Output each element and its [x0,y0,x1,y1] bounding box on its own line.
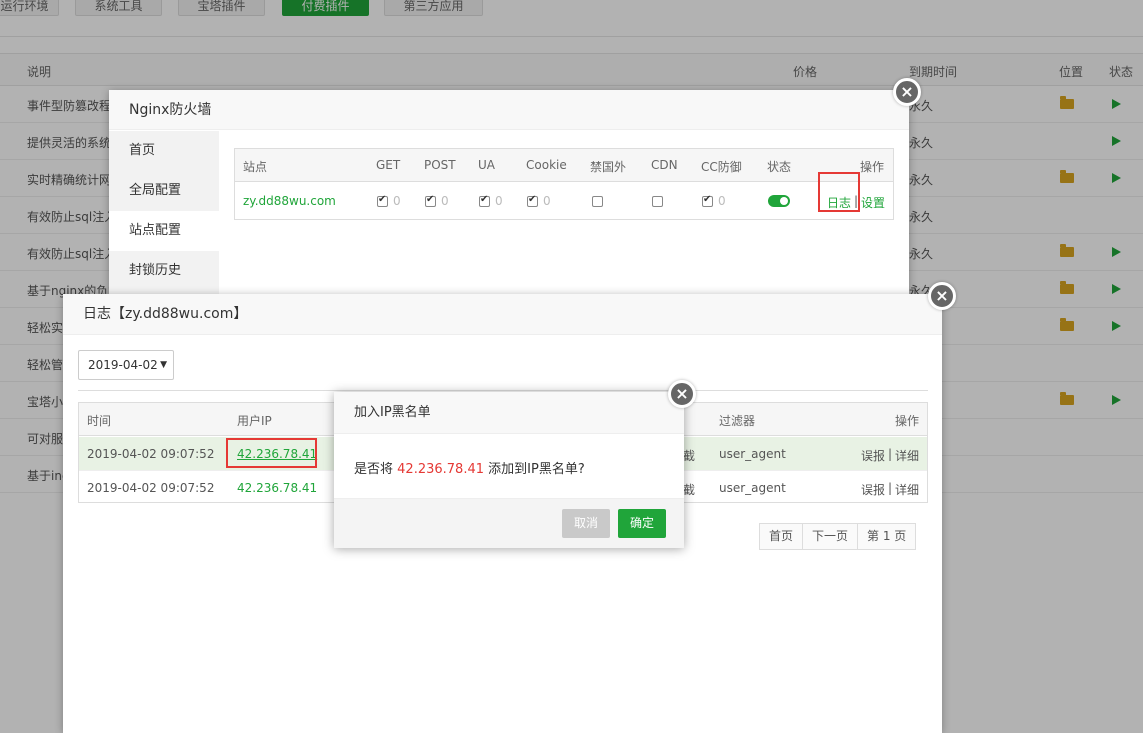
menu-item-home[interactable]: 首页 [109,131,219,171]
page-current: 第 1 页 [858,524,916,549]
log-filter: user_agent [719,447,786,461]
cookie-count: 0 [543,194,551,208]
block-type: 截 [683,483,696,497]
foreign-block-checkbox[interactable] [592,196,603,207]
post-checkbox[interactable] [425,194,436,207]
message-ip: 42.236.78.41 [397,462,484,477]
ua-checkbox[interactable] [479,194,490,207]
ip-link[interactable]: 42.236.78.41 [237,481,317,495]
ua-count: 0 [495,194,503,208]
detail-link[interactable]: 详细 [895,481,919,498]
page-first-button[interactable]: 首页 [760,524,804,549]
menu-item-block-history[interactable]: 封锁历史 [109,251,219,291]
col-action: 操作 [860,160,885,174]
page-next-button[interactable]: 下一页 [803,524,859,549]
col-ip: 用户IP [237,414,272,428]
link-divider: | [888,481,893,495]
link-divider: | [888,447,893,461]
col-action: 操作 [895,414,920,428]
firewall-side-menu: 首页 全局配置 站点配置 封锁历史 [109,131,219,295]
highlight-box [818,172,860,212]
chevron-down-icon: ▼ [160,360,167,370]
settings-link[interactable]: 设置 [861,194,885,211]
block-type: 截 [683,449,696,463]
post-count: 0 [441,194,449,208]
col-cdn: CDN [651,158,678,172]
log-filter: user_agent [719,481,786,495]
cookie-checkbox[interactable] [527,194,538,207]
col-cookie: Cookie [526,158,567,172]
add-ip-blacklist-dialog: 加入IP黑名单 是否将 42.236.78.41 添加到IP黑名单? 取消 确定 [334,392,684,548]
col-time: 时间 [87,414,112,428]
col-foreign: 禁国外 [590,160,627,174]
menu-item-global-config[interactable]: 全局配置 [109,171,219,211]
cancel-button[interactable]: 取消 [562,509,610,538]
col-ua: UA [478,158,495,172]
dialog-title: 加入IP黑名单 [334,392,684,434]
cdn-checkbox[interactable] [652,196,663,207]
col-cc: CC防御 [701,160,742,174]
message-suffix: 添加到IP黑名单? [488,462,585,477]
log-time: 2019-04-02 09:07:52 [87,481,215,495]
table-header: 站点 GET POST UA Cookie 禁国外 CDN CC防御 状态 操作 [235,149,893,182]
cc-checkbox[interactable] [702,194,713,207]
false-report-link[interactable]: 误报 [861,447,885,464]
col-status: 状态 [767,160,792,174]
col-get: GET [376,158,401,172]
date-select-value: 2019-04-02 [88,358,158,372]
dialog-message: 是否将 42.236.78.41 添加到IP黑名单? [354,458,585,477]
site-name: zy.dd88wu.com [243,194,336,208]
modal-title: Nginx防火墙 [109,90,909,130]
detail-link[interactable]: 详细 [895,447,919,464]
divider [78,390,928,391]
nginx-firewall-modal: Nginx防火墙 首页 全局配置 站点配置 封锁历史 站点 GET POST U… [109,90,909,295]
col-filter: 过滤器 [719,414,756,428]
pagination: 首页 下一页 第 1 页 [759,523,917,550]
dialog-footer: 取消 确定 [334,498,684,548]
log-time: 2019-04-02 09:07:52 [87,447,215,461]
table-row: zy.dd88wu.com 0 0 0 0 0 日志 | 设置 [235,183,893,219]
confirm-button[interactable]: 确定 [618,509,666,538]
date-select[interactable]: 2019-04-02 ▼ [78,350,174,380]
col-post: POST [424,158,456,172]
cc-count: 0 [718,194,726,208]
get-checkbox[interactable] [377,194,388,207]
site-config-table: 站点 GET POST UA Cookie 禁国外 CDN CC防御 状态 操作… [234,148,894,220]
close-icon[interactable]: × [668,380,696,408]
status-toggle[interactable] [768,195,790,207]
col-site: 站点 [243,160,268,174]
highlight-box [226,438,317,468]
close-icon[interactable]: × [928,282,956,310]
get-count: 0 [393,194,401,208]
message-prefix: 是否将 [354,462,394,477]
modal-title: 日志【zy.dd88wu.com】 [63,294,942,335]
false-report-link[interactable]: 误报 [861,481,885,498]
close-icon[interactable]: × [893,78,921,106]
menu-item-site-config[interactable]: 站点配置 [109,211,219,251]
